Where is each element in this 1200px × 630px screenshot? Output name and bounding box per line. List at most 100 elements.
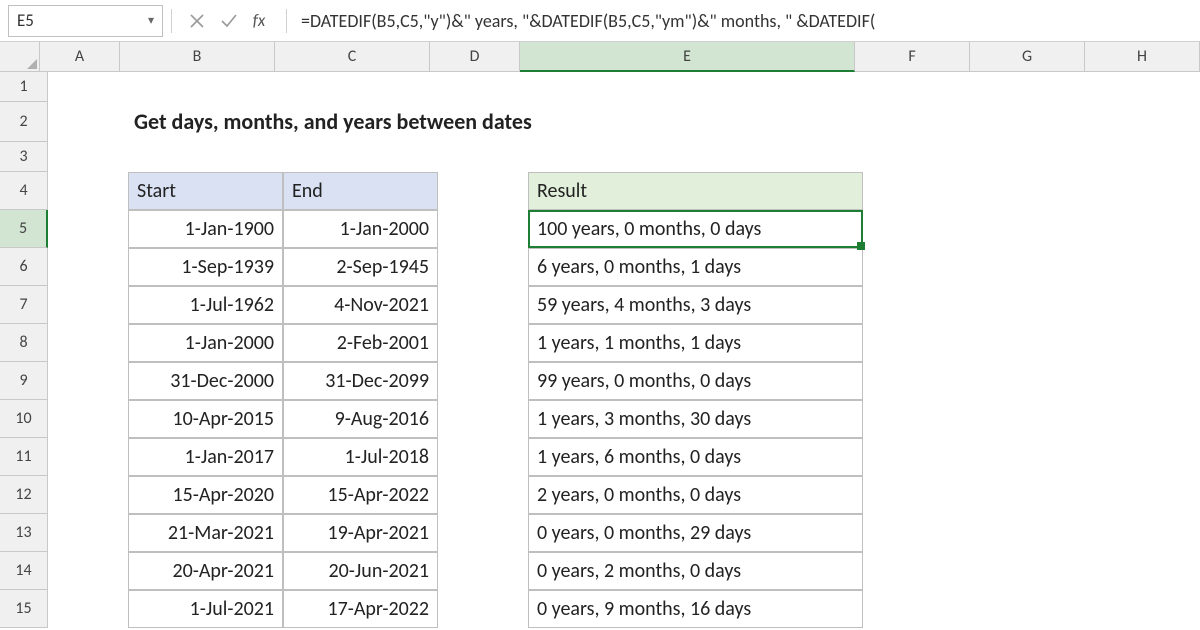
header-end[interactable]: End xyxy=(283,172,438,210)
cell[interactable] xyxy=(48,552,128,590)
cell-end[interactable]: 31-Dec-2099 xyxy=(283,362,438,400)
cell[interactable] xyxy=(1093,72,1200,102)
cell[interactable] xyxy=(978,142,1093,172)
row-header-15[interactable]: 15 xyxy=(0,590,48,628)
cell[interactable] xyxy=(438,142,528,172)
cell[interactable] xyxy=(863,438,978,476)
page-title-cell[interactable]: Get days, months, and years between date… xyxy=(128,102,863,142)
cell[interactable] xyxy=(978,324,1093,362)
cell[interactable] xyxy=(48,324,128,362)
cell[interactable] xyxy=(283,142,438,172)
name-box[interactable]: E5 ▾ xyxy=(8,5,163,37)
cell[interactable] xyxy=(438,552,528,590)
cell-result[interactable]: 59 years, 4 months, 3 days xyxy=(528,286,863,324)
fx-icon[interactable]: fx xyxy=(250,10,272,32)
cell-result[interactable]: 6 years, 0 months, 1 days xyxy=(528,248,863,286)
cell[interactable] xyxy=(863,476,978,514)
cell[interactable] xyxy=(48,400,128,438)
cell[interactable] xyxy=(978,590,1093,628)
cell-start[interactable]: 21-Mar-2021 xyxy=(128,514,283,552)
row-header-1[interactable]: 1 xyxy=(0,72,48,102)
cell[interactable] xyxy=(1093,438,1200,476)
cell[interactable] xyxy=(48,362,128,400)
cell[interactable] xyxy=(48,476,128,514)
cell-end[interactable]: 9-Aug-2016 xyxy=(283,400,438,438)
cell-end[interactable]: 4-Nov-2021 xyxy=(283,286,438,324)
col-header-H[interactable]: H xyxy=(1085,42,1200,72)
cell[interactable] xyxy=(1093,552,1200,590)
cell[interactable] xyxy=(978,514,1093,552)
cell[interactable] xyxy=(438,72,528,102)
cell[interactable] xyxy=(1093,172,1200,210)
cell[interactable] xyxy=(1093,210,1200,248)
cells-grid[interactable]: Get days, months, and years between date… xyxy=(48,72,1200,628)
cell-result[interactable]: 99 years, 0 months, 0 days xyxy=(528,362,863,400)
cell-end[interactable]: 17-Apr-2022 xyxy=(283,590,438,628)
row-header-7[interactable]: 7 xyxy=(0,286,48,324)
cell[interactable] xyxy=(978,400,1093,438)
cancel-icon[interactable] xyxy=(186,10,208,32)
cell[interactable] xyxy=(48,286,128,324)
cell[interactable] xyxy=(978,248,1093,286)
col-header-A[interactable]: A xyxy=(40,42,120,72)
cell[interactable] xyxy=(48,514,128,552)
cell[interactable] xyxy=(438,248,528,286)
enter-icon[interactable] xyxy=(218,10,240,32)
header-start[interactable]: Start xyxy=(128,172,283,210)
cell[interactable] xyxy=(128,72,283,102)
row-header-8[interactable]: 8 xyxy=(0,324,48,362)
cell[interactable] xyxy=(48,438,128,476)
cell[interactable] xyxy=(863,362,978,400)
cell[interactable] xyxy=(438,590,528,628)
cell-start[interactable]: 31-Dec-2000 xyxy=(128,362,283,400)
cell[interactable] xyxy=(528,142,863,172)
cell[interactable] xyxy=(438,438,528,476)
cell[interactable] xyxy=(978,476,1093,514)
cell[interactable] xyxy=(863,590,978,628)
cell[interactable] xyxy=(438,286,528,324)
cell[interactable] xyxy=(978,552,1093,590)
cell[interactable] xyxy=(978,210,1093,248)
cell-result[interactable]: 1 years, 3 months, 30 days xyxy=(528,400,863,438)
cell[interactable] xyxy=(438,476,528,514)
cell[interactable] xyxy=(1093,476,1200,514)
chevron-down-icon[interactable]: ▾ xyxy=(148,13,154,28)
cell-start[interactable]: 1-Jan-2000 xyxy=(128,324,283,362)
cell-result[interactable]: 1 years, 6 months, 0 days xyxy=(528,438,863,476)
cell-end[interactable]: 15-Apr-2022 xyxy=(283,476,438,514)
cell[interactable] xyxy=(863,324,978,362)
cell-result[interactable]: 2 years, 0 months, 0 days xyxy=(528,476,863,514)
cell[interactable] xyxy=(438,172,528,210)
formula-input[interactable]: =DATEDIF(B5,C5,"y")&" years, "&DATEDIF(B… xyxy=(295,5,1192,37)
cell[interactable] xyxy=(48,142,128,172)
cell[interactable] xyxy=(48,248,128,286)
cell[interactable] xyxy=(863,552,978,590)
cell[interactable] xyxy=(978,362,1093,400)
row-header-5[interactable]: 5 xyxy=(0,210,48,248)
cell[interactable] xyxy=(978,102,1093,142)
cell[interactable] xyxy=(978,72,1093,102)
row-header-14[interactable]: 14 xyxy=(0,552,48,590)
cell[interactable] xyxy=(978,438,1093,476)
col-header-G[interactable]: G xyxy=(970,42,1085,72)
cell[interactable] xyxy=(1093,400,1200,438)
cell[interactable] xyxy=(863,514,978,552)
cell[interactable] xyxy=(978,172,1093,210)
cell-start[interactable]: 1-Jan-2017 xyxy=(128,438,283,476)
row-header-10[interactable]: 10 xyxy=(0,400,48,438)
cell-start[interactable]: 20-Apr-2021 xyxy=(128,552,283,590)
cell[interactable] xyxy=(863,72,978,102)
col-header-D[interactable]: D xyxy=(430,42,520,72)
cell[interactable] xyxy=(863,400,978,438)
cell[interactable] xyxy=(863,142,978,172)
cell[interactable] xyxy=(48,172,128,210)
cell-start[interactable]: 15-Apr-2020 xyxy=(128,476,283,514)
cell[interactable] xyxy=(1093,102,1200,142)
cell[interactable] xyxy=(48,210,128,248)
cell[interactable] xyxy=(1093,590,1200,628)
cell[interactable] xyxy=(1093,142,1200,172)
row-header-9[interactable]: 9 xyxy=(0,362,48,400)
cell-start[interactable]: 1-Jan-1900 xyxy=(128,210,283,248)
cell-result[interactable]: 100 years, 0 months, 0 days xyxy=(528,210,863,248)
row-header-11[interactable]: 11 xyxy=(0,438,48,476)
